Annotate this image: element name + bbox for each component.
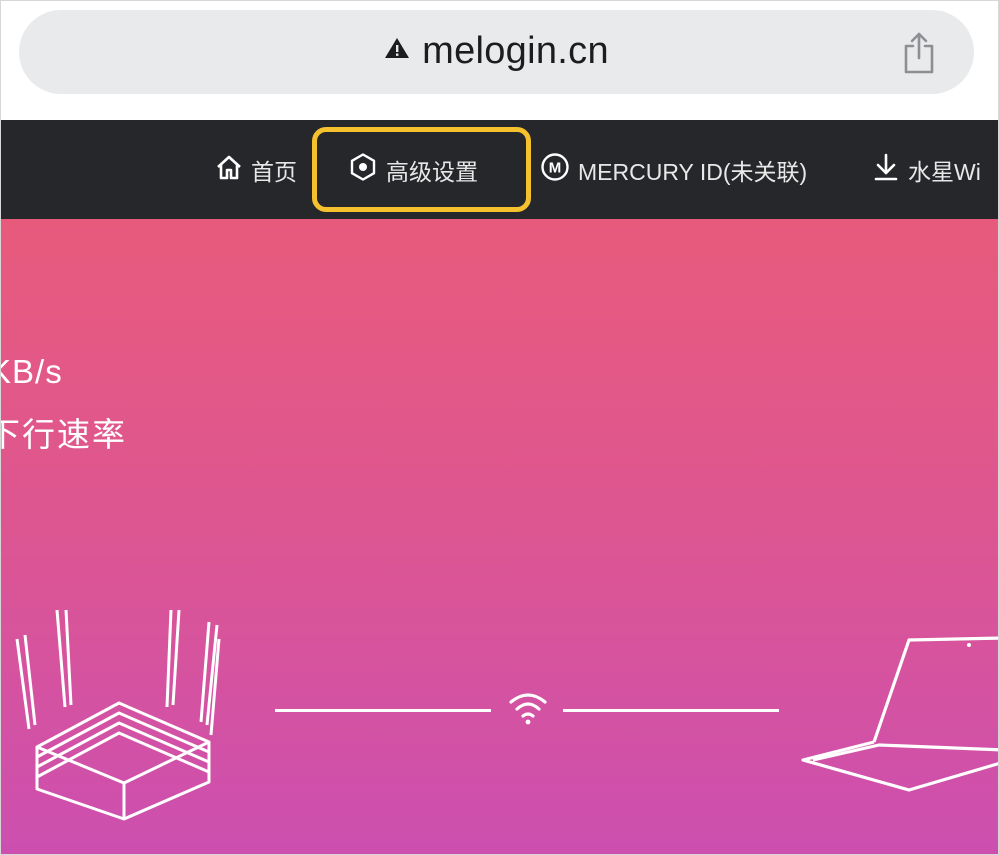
svg-text:M: M (549, 159, 562, 176)
connection-line-right (563, 709, 779, 712)
download-icon (872, 152, 908, 188)
status-hero-panel: KB/s 下行速率 (1, 219, 998, 854)
nav-mercury-id[interactable]: M MERCURY ID(未关联) (540, 120, 807, 219)
router-icon[interactable] (9, 607, 229, 827)
warning-triangle-icon (384, 26, 410, 69)
download-speed-value: KB/s (1, 353, 63, 390)
browser-window: melogin.cn 首页 高级设置 M MERCURY ID(未关联) 水星W… (0, 0, 999, 855)
download-speed-label: 下行速率 (1, 416, 127, 453)
url-text: melogin.cn (422, 30, 609, 72)
nav-home-label: 首页 (251, 158, 297, 185)
url-display[interactable]: melogin.cn (19, 30, 974, 74)
mercury-m-icon: M (540, 152, 578, 188)
address-bar[interactable]: melogin.cn (19, 10, 974, 94)
nav-download-app[interactable]: 水星Wi (872, 120, 981, 219)
home-icon (215, 154, 251, 186)
laptop-icon[interactable] (799, 632, 998, 797)
nav-download-label: 水星Wi (908, 158, 981, 185)
advanced-settings-highlight-box (312, 127, 531, 212)
wifi-icon (508, 691, 548, 730)
nav-mercury-label: MERCURY ID(未关联) (578, 158, 808, 185)
share-icon[interactable] (902, 32, 936, 79)
connection-line-left (275, 709, 491, 712)
nav-home[interactable]: 首页 (215, 120, 297, 219)
